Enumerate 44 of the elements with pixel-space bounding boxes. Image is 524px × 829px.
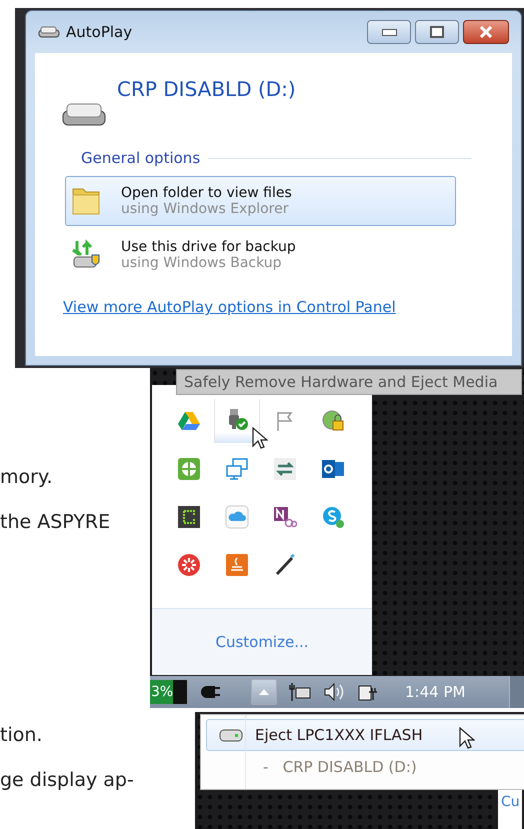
mail-app-icon[interactable] bbox=[321, 457, 345, 481]
cloud-icon[interactable] bbox=[225, 505, 249, 529]
cup-icon[interactable] bbox=[225, 553, 249, 577]
terminal-icon[interactable] bbox=[177, 505, 201, 529]
caret-icon bbox=[259, 689, 269, 695]
arrows-icon[interactable] bbox=[273, 457, 297, 481]
drive-icon bbox=[219, 728, 243, 742]
body-text: the ASPYRE bbox=[0, 510, 110, 535]
menu-item[interactable]: - CRP DISABLD (D:) bbox=[206, 751, 524, 783]
monitors-icon[interactable] bbox=[225, 457, 249, 481]
close-button[interactable] bbox=[463, 20, 509, 44]
customize-link[interactable]: Cu bbox=[501, 794, 520, 810]
control-panel-link[interactable]: View more AutoPlay options in Control Panel bbox=[63, 298, 396, 316]
tooltip: Safely Remove Hardware and Eject Media bbox=[176, 369, 522, 395]
drive-icon bbox=[38, 25, 60, 39]
drive-label: CRP DISABLD (D:) bbox=[117, 77, 296, 101]
customize-link[interactable]: Customize... bbox=[215, 633, 309, 651]
cross-shield-icon[interactable] bbox=[177, 457, 201, 481]
usb-plug-icon[interactable] bbox=[214, 399, 260, 443]
maximize-button[interactable] bbox=[415, 20, 459, 44]
autoplay-option[interactable]: Open folder to view files using Windows Explorer bbox=[65, 176, 456, 226]
pen-icon[interactable] bbox=[273, 553, 297, 577]
battery-indicator: 3% bbox=[150, 680, 187, 704]
body-text: mory. bbox=[0, 465, 53, 490]
notebook-icon[interactable] bbox=[273, 505, 297, 529]
triangle-logo-icon[interactable] bbox=[177, 409, 201, 433]
window-title: AutoPlay bbox=[66, 23, 132, 41]
section-heading: General options bbox=[81, 149, 200, 167]
speaker-icon bbox=[323, 682, 345, 702]
cursor-icon bbox=[252, 427, 268, 449]
autoplay-option[interactable]: Use this drive for backup using Windows Backup bbox=[65, 230, 456, 280]
body-text: ge display ap- bbox=[0, 768, 134, 793]
clock[interactable]: 1:44 PM bbox=[405, 683, 466, 701]
cursor-icon bbox=[459, 727, 475, 749]
asterisk-circle-icon[interactable] bbox=[177, 553, 201, 577]
plug-icon bbox=[199, 684, 221, 700]
close-icon bbox=[479, 26, 493, 38]
menu-item[interactable]: Eject LPC1XXX IFLASH bbox=[206, 719, 524, 751]
minimize-button[interactable] bbox=[367, 20, 411, 44]
globe-lock-icon[interactable] bbox=[321, 409, 345, 433]
network-icon bbox=[289, 682, 311, 702]
chat-app-icon[interactable] bbox=[321, 505, 345, 529]
body-text: tion. bbox=[0, 723, 42, 748]
drive-icon bbox=[61, 101, 107, 127]
